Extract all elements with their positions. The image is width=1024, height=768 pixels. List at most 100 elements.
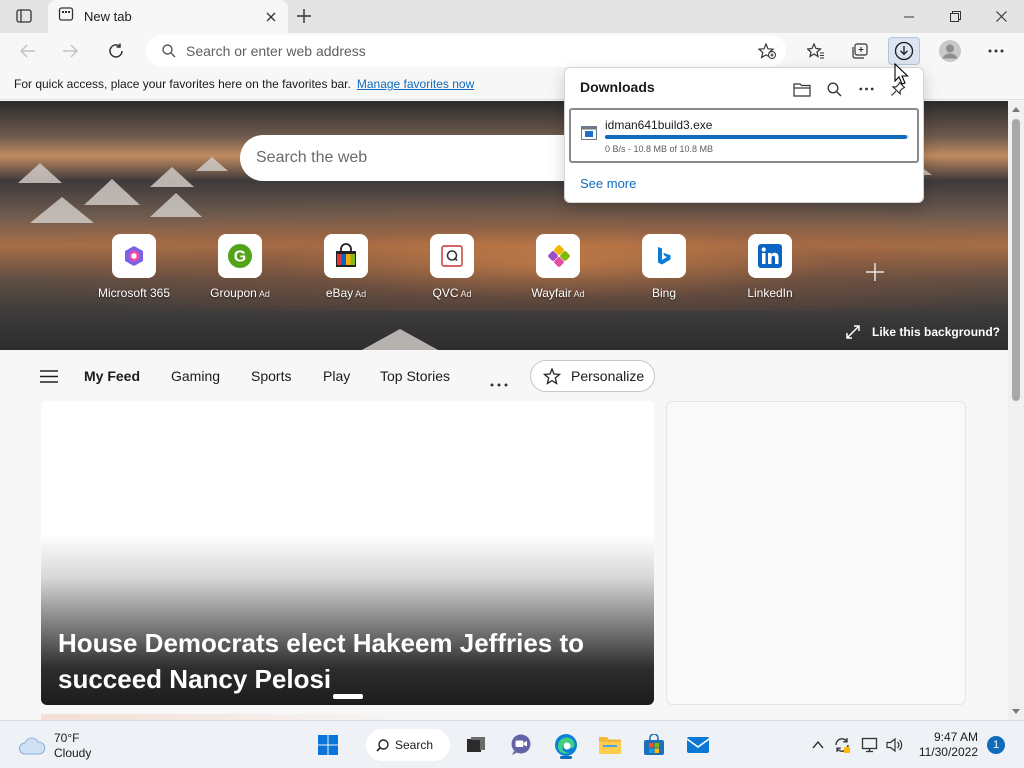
- wayfair-icon: [536, 234, 580, 278]
- quick-link-microsoft-365[interactable]: Microsoft 365: [84, 234, 184, 300]
- carousel-indicator[interactable]: [333, 694, 363, 699]
- scroll-up-icon[interactable]: [1012, 107, 1020, 112]
- tab-top-stories[interactable]: Top Stories: [380, 368, 450, 384]
- salt-mound: [18, 163, 62, 183]
- groupon-icon: G: [218, 234, 262, 278]
- tab-new-tab[interactable]: New tab: [48, 0, 288, 33]
- svg-text:G: G: [234, 249, 246, 266]
- quick-link-wayfair[interactable]: Wayfair Ad: [508, 234, 608, 300]
- new-tab-button[interactable]: [292, 5, 316, 27]
- favorites-button[interactable]: [802, 37, 830, 65]
- search-icon: [162, 44, 176, 58]
- download-item[interactable]: idman641build3.exe 0 B/s - 10.8 MB of 10…: [569, 108, 919, 163]
- scroll-thumb[interactable]: [1012, 119, 1020, 401]
- close-tab-icon[interactable]: [264, 10, 278, 24]
- file-explorer-button[interactable]: [594, 729, 626, 761]
- expand-icon: [846, 325, 860, 339]
- folder-icon: [599, 737, 621, 754]
- notification-badge[interactable]: 1: [987, 736, 1005, 754]
- profile-avatar-icon[interactable]: [936, 37, 964, 65]
- scroll-down-icon[interactable]: [1012, 709, 1020, 714]
- ad-badge: Ad: [258, 289, 270, 299]
- salt-mound: [150, 193, 202, 217]
- download-status: 0 B/s - 10.8 MB of 10.8 MB: [605, 144, 714, 154]
- tab-gaming[interactable]: Gaming: [171, 368, 220, 384]
- teams-chat-button[interactable]: [505, 729, 537, 761]
- tab-actions-icon[interactable]: [8, 5, 40, 27]
- news-card[interactable]: House Democrats elect Hakeem Jeffries to…: [41, 401, 654, 705]
- refresh-button[interactable]: [102, 37, 130, 65]
- clock[interactable]: 9:47 AM 11/30/2022: [916, 730, 978, 760]
- clock-time: 9:47 AM: [933, 730, 978, 744]
- personalize-label: Personalize: [571, 368, 645, 384]
- quick-link-qvc[interactable]: QVC Ad: [402, 234, 502, 300]
- open-downloads-folder-icon[interactable]: [791, 78, 813, 100]
- mouse-cursor: [894, 62, 910, 87]
- favorites-bar-message: For quick access, place your favorites h…: [14, 77, 351, 91]
- quick-link-linkedin[interactable]: LinkedIn: [720, 234, 820, 300]
- page-scrollbar[interactable]: [1008, 101, 1024, 720]
- tile-label: Wayfair: [531, 286, 572, 300]
- downloads-flyout: Downloads idman641build3.exe 0 B/s - 10.…: [564, 67, 924, 203]
- tab-title: New tab: [84, 9, 132, 24]
- tab-sports[interactable]: Sports: [251, 368, 291, 384]
- network-icon[interactable]: [860, 735, 880, 755]
- qvc-icon: [430, 234, 474, 278]
- task-view-button[interactable]: [460, 729, 492, 761]
- back-button[interactable]: [14, 37, 42, 65]
- toolbar: Search or enter web address: [0, 33, 1024, 69]
- tab-my-feed[interactable]: My Feed: [84, 368, 140, 384]
- title-bar: New tab: [0, 0, 1024, 33]
- address-placeholder: Search or enter web address: [186, 43, 366, 59]
- active-app-indicator: [560, 756, 572, 759]
- search-downloads-icon[interactable]: [823, 78, 845, 100]
- add-favorite-icon[interactable]: [758, 43, 776, 59]
- add-quick-link-button[interactable]: [862, 259, 888, 285]
- quick-link-ebay[interactable]: eBay Ad: [296, 234, 396, 300]
- quick-link-bing[interactable]: Bing: [614, 234, 714, 300]
- more-categories-icon[interactable]: [490, 374, 508, 392]
- taskbar-search-label: Search: [395, 738, 434, 752]
- collections-button[interactable]: [846, 37, 874, 65]
- download-progress-bar: [605, 135, 909, 139]
- taskbar: 70°F Cloudy Search 9:47 AM 11/30/2022 1: [0, 720, 1024, 768]
- web-search-box[interactable]: Search the web: [240, 135, 580, 181]
- mail-button[interactable]: [682, 729, 714, 761]
- file-exe-icon: [581, 126, 597, 140]
- manage-favorites-link[interactable]: Manage favorites now: [357, 77, 474, 91]
- weather-temperature: 70°F: [54, 731, 80, 745]
- close-window-button[interactable]: [978, 0, 1024, 33]
- cloud-icon: [19, 737, 46, 755]
- settings-more-icon[interactable]: [982, 37, 1010, 65]
- taskbar-search[interactable]: Search: [366, 729, 450, 761]
- personalize-button[interactable]: Personalize: [530, 360, 655, 392]
- minimize-button[interactable]: [886, 0, 932, 33]
- weather-widget[interactable]: 70°F Cloudy: [18, 731, 91, 761]
- personalize-star-icon: [543, 367, 561, 385]
- tab-play[interactable]: Play: [323, 368, 350, 384]
- like-background-label: Like this background?: [872, 325, 1001, 339]
- forward-button[interactable]: [56, 37, 84, 65]
- web-search-placeholder: Search the web: [256, 149, 368, 166]
- like-background-button[interactable]: Like this background?: [846, 325, 1000, 339]
- edge-taskbar-button[interactable]: [550, 729, 582, 761]
- show-hidden-icons-chevron-icon[interactable]: [808, 735, 828, 755]
- microsoft-store-button[interactable]: [638, 729, 670, 761]
- volume-icon[interactable]: [885, 735, 905, 755]
- salt-mound: [30, 197, 94, 223]
- hamburger-menu-icon[interactable]: [40, 370, 58, 388]
- weather-condition: Cloudy: [54, 746, 92, 760]
- start-button[interactable]: [312, 729, 344, 761]
- mail-icon: [686, 737, 710, 753]
- store-icon: [644, 734, 664, 755]
- downloads-button[interactable]: [888, 37, 920, 65]
- quick-link-groupon[interactable]: G Groupon Ad: [190, 234, 290, 300]
- more-options-icon[interactable]: [855, 78, 877, 100]
- linkedin-icon: [748, 234, 792, 278]
- address-bar[interactable]: Search or enter web address: [146, 35, 786, 67]
- edge-icon: [555, 734, 577, 756]
- see-more-link[interactable]: See more: [580, 176, 636, 191]
- sync-icon[interactable]: [832, 735, 852, 755]
- restore-button[interactable]: [932, 0, 978, 33]
- windows-icon: [318, 735, 338, 755]
